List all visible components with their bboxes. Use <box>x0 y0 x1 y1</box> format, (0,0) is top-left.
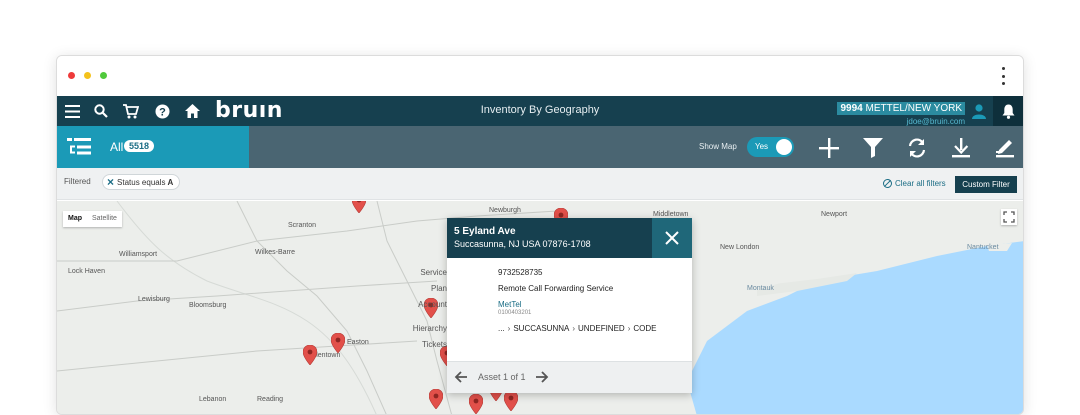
swap-icon[interactable] <box>905 136 929 160</box>
place-label: Reading <box>257 396 284 403</box>
chip-value: A <box>167 177 174 187</box>
maximize-window-dot[interactable] <box>100 72 107 79</box>
place-label: Montauk <box>747 285 774 292</box>
fullscreen-icon[interactable] <box>1001 209 1017 225</box>
browser-chrome <box>57 56 1023 96</box>
map-type-map[interactable]: Map <box>63 211 87 227</box>
place-label: Middletown <box>653 211 689 218</box>
account-id: 0100403201 <box>498 310 532 316</box>
custom-filter-button[interactable]: Custom Filter <box>955 176 1017 193</box>
hierarchy-breadcrumb: ... › SUCCASUNNA › UNDEFINED › CODE <box>498 324 657 333</box>
hierarchy-item[interactable]: UNDEFINED <box>578 324 625 333</box>
status-filter-chip[interactable]: × Status equals A <box>102 174 181 190</box>
map-pin-icon[interactable] <box>469 394 483 414</box>
place-label: Easton <box>347 339 369 346</box>
service-value: 9732528735 <box>498 268 543 277</box>
all-label: All <box>110 140 124 154</box>
toggle-label: Yes <box>755 142 769 151</box>
plan-value: Remote Call Forwarding Service <box>498 284 614 293</box>
account-number: 9994 <box>840 103 863 114</box>
asset-count: Asset 1 of 1 <box>478 372 526 382</box>
clear-icon <box>883 179 892 188</box>
browser-window: ? bruın Inventory By Geography 9994 METT… <box>56 55 1024 415</box>
account-label: 9994 METTEL/NEW YORK <box>837 102 965 115</box>
account-switcher[interactable]: 9994 METTEL/NEW YORK jdoe@bruin.com <box>837 98 965 126</box>
map-type-control: Map Satellite <box>63 211 122 227</box>
count-badge: 5518 <box>124 140 155 152</box>
place-label: Newburgh <box>489 207 521 214</box>
service-label: Service <box>420 268 447 277</box>
clear-all-filters-link[interactable]: Clear all filters <box>883 179 946 188</box>
filtered-label: Filtered <box>64 177 91 186</box>
top-nav: ? bruın Inventory By Geography 9994 METT… <box>57 96 1023 126</box>
filter-bar: Filtered × Status equals A Clear all filt… <box>57 168 1023 200</box>
user-icon[interactable] <box>967 98 991 124</box>
map-type-satellite[interactable]: Satellite <box>87 211 122 227</box>
location-popup: 5 Eyland Ave Succasunna, NJ USA 07876-17… <box>413 218 692 393</box>
account-label: Account <box>418 300 447 309</box>
place-label: Nantucket <box>967 244 999 251</box>
plan-label: Plan <box>430 284 447 293</box>
place-label: Lewisburg <box>138 296 170 303</box>
edit-columns-icon[interactable] <box>993 136 1017 160</box>
kebab-menu-icon[interactable] <box>1001 67 1005 85</box>
hierarchy-item[interactable]: CODE <box>633 324 656 333</box>
place-label: Scranton <box>288 222 317 229</box>
download-icon[interactable] <box>949 136 973 160</box>
account-value: MetTel <box>498 300 522 309</box>
place-label: Newport <box>821 211 848 218</box>
toolbar: All 5518 Show Map Yes <box>57 126 1023 168</box>
hierarchy-item[interactable]: ... <box>498 324 505 333</box>
minimize-window-dot[interactable] <box>84 72 91 79</box>
show-map-label: Show Map <box>699 142 737 151</box>
popup-header: 5 Eyland Ave Succasunna, NJ USA 07876-17… <box>447 218 692 258</box>
popup-address: Succasunna, NJ USA 07876-1708 <box>454 239 591 249</box>
popup-body: Service 9732528735 Plan Remote Call Forw… <box>413 258 692 358</box>
account-name: METTEL/NEW YORK <box>865 103 963 114</box>
bell-icon[interactable] <box>993 96 1023 126</box>
tickets-label: Tickets <box>421 340 447 349</box>
show-map-toggle[interactable]: Yes <box>747 137 794 157</box>
next-asset-icon[interactable] <box>535 370 549 389</box>
hierarchy-label: Hierarchy <box>412 324 447 333</box>
place-label: Bloomsburg <box>189 302 227 309</box>
place-label: Lebanon <box>199 396 227 403</box>
place-label: Lock Haven <box>68 268 105 275</box>
remove-filter-icon[interactable]: × <box>107 176 114 188</box>
map-pin-icon[interactable] <box>352 201 366 213</box>
popup-title: 5 Eyland Ave <box>454 226 516 237</box>
account-link[interactable]: MetTel 0100403201 <box>498 300 531 316</box>
chip-label: Status equals <box>117 177 166 187</box>
user-email: jdoe@bruin.com <box>906 117 965 126</box>
map-pin-icon[interactable] <box>429 389 443 409</box>
map-pin-icon[interactable] <box>303 345 317 365</box>
toggle-knob <box>776 139 792 155</box>
close-window-dot[interactable] <box>68 72 75 79</box>
previous-asset-icon[interactable] <box>454 370 468 389</box>
close-icon[interactable] <box>652 218 692 258</box>
popup-footer: Asset 1 of 1 <box>447 361 692 393</box>
map-pin-icon[interactable] <box>504 391 518 411</box>
all-filter-panel[interactable]: All 5518 <box>57 126 249 168</box>
place-label: New London <box>720 244 760 251</box>
clear-label: Clear all filters <box>895 179 946 188</box>
list-view-icon[interactable] <box>67 137 91 162</box>
map-pin-icon[interactable] <box>331 333 345 353</box>
place-label: Wilkes-Barre <box>255 249 296 256</box>
place-label: Williamsport <box>119 251 158 258</box>
hierarchy-item[interactable]: SUCCASUNNA <box>513 324 569 333</box>
filter-icon[interactable] <box>861 136 885 160</box>
add-icon[interactable] <box>817 136 841 160</box>
